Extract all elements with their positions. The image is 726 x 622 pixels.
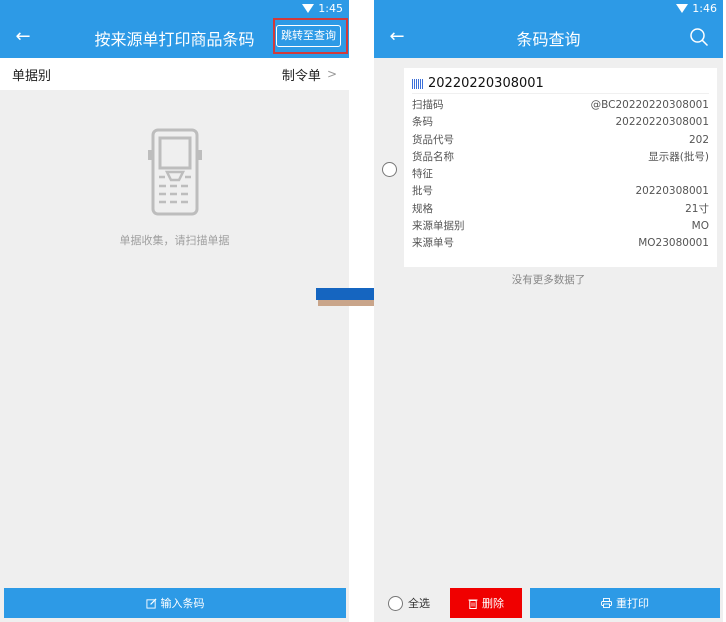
app-bar: ← 条码查询 bbox=[374, 17, 723, 58]
doc-type-value: 制令单 bbox=[281, 68, 321, 84]
row-select-radio[interactable] bbox=[382, 162, 397, 177]
doc-type-row[interactable]: 单据别 制令单 > bbox=[0, 58, 349, 90]
wifi-icon bbox=[302, 4, 315, 13]
delete-button[interactable]: 删除 bbox=[450, 588, 522, 618]
input-barcode-button[interactable]: 输入条码 bbox=[4, 588, 346, 618]
empty-state: 单据收集，请扫描单据 bbox=[0, 128, 349, 248]
doc-type-label: 单据别 bbox=[12, 68, 52, 84]
jump-to-query-button[interactable]: 跳转至查询 bbox=[276, 25, 341, 47]
app-bar: ← 按来源单打印商品条码 跳转至查询 bbox=[0, 17, 349, 58]
card-title: 20220220308001 bbox=[428, 76, 544, 91]
field-list: 扫描码 @BC20220220308001 条码 20220220308001 货品… bbox=[412, 94, 709, 253]
empty-hint: 单据收集，请扫描单据 bbox=[119, 234, 230, 247]
field-item-code: 货品代号 202 bbox=[412, 133, 709, 146]
back-arrow-icon[interactable]: ← bbox=[12, 26, 34, 48]
field-barcode: 条码 20220220308001 bbox=[412, 116, 709, 129]
chevron-right-icon: > bbox=[326, 67, 337, 81]
reprint-button[interactable]: 重打印 bbox=[530, 588, 720, 618]
trash-icon bbox=[468, 599, 478, 609]
no-more-data: 没有更多数据了 bbox=[511, 274, 586, 286]
page-title: 条码查询 bbox=[516, 29, 581, 49]
select-all-label: 全选 bbox=[408, 597, 430, 610]
page-title: 按来源单打印商品条码 bbox=[94, 29, 255, 49]
field-source-type: 来源单据别 MO bbox=[412, 220, 709, 233]
status-bar: 1:45 bbox=[0, 0, 349, 17]
barcode-icon bbox=[412, 78, 424, 89]
edit-icon bbox=[145, 597, 157, 609]
field-scan-code: 扫描码 @BC20220220308001 bbox=[412, 99, 709, 111]
barcode-query-screen: 1:46 ← 条码查询 20220220308001 扫描码 @BC2022022… bbox=[374, 0, 723, 622]
search-icon[interactable] bbox=[689, 27, 709, 47]
status-bar: 1:46 bbox=[374, 0, 723, 17]
field-feature: 特征 bbox=[412, 168, 433, 181]
field-item-name: 货品名称 显示器(批号) bbox=[412, 150, 709, 163]
field-batch-no: 批号 20220308001 bbox=[412, 185, 709, 198]
field-source-no: 来源单号 MO23080001 bbox=[412, 237, 709, 250]
wifi-icon bbox=[676, 4, 689, 13]
scanner-device-icon bbox=[147, 128, 202, 216]
back-arrow-icon[interactable]: ← bbox=[386, 26, 408, 48]
input-barcode-label: 输入条码 bbox=[160, 597, 205, 610]
status-time: 1:45 bbox=[318, 2, 343, 15]
delete-label: 删除 bbox=[482, 597, 504, 610]
select-all[interactable]: 全选 bbox=[388, 595, 450, 611]
reprint-label: 重打印 bbox=[616, 597, 649, 610]
printer-icon bbox=[601, 598, 612, 608]
barcode-record-card[interactable]: 20220220308001 扫描码 @BC20220220308001 条码 20… bbox=[404, 68, 717, 267]
scan-print-screen: 1:45 ← 按来源单打印商品条码 跳转至查询 单据别 制令单 > 单据收集，请… bbox=[0, 0, 349, 622]
select-all-radio[interactable] bbox=[388, 595, 403, 611]
card-header: 20220220308001 bbox=[412, 74, 709, 94]
status-time: 1:46 bbox=[692, 2, 717, 15]
field-spec: 规格 21寸 bbox=[412, 202, 709, 215]
bottom-action-bar: 全选 删除 重打印 bbox=[374, 588, 723, 618]
